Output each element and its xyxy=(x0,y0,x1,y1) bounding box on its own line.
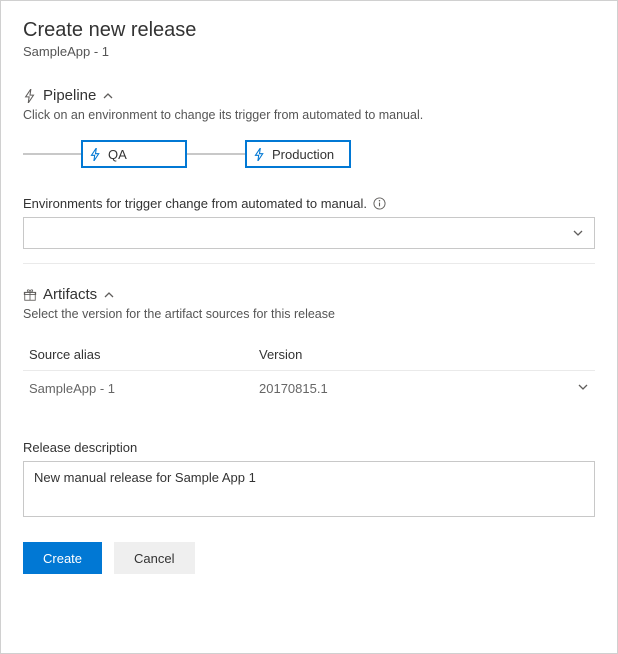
table-row[interactable]: SampleApp - 1 20170815.1 xyxy=(23,371,595,406)
artifact-alias: SampleApp - 1 xyxy=(29,381,259,396)
cancel-button[interactable]: Cancel xyxy=(114,542,194,574)
chevron-down-icon xyxy=(577,381,589,393)
gift-icon xyxy=(23,288,37,302)
pipeline-track: QA Production xyxy=(23,140,595,168)
chevron-down-icon xyxy=(572,227,584,239)
pipeline-section-header[interactable]: Pipeline xyxy=(23,87,595,104)
create-button[interactable]: Create xyxy=(23,542,102,574)
chevron-up-icon xyxy=(103,289,115,301)
divider xyxy=(23,263,595,264)
connector-line xyxy=(187,153,245,155)
page-subtitle: SampleApp - 1 xyxy=(23,44,595,59)
page-title: Create new release xyxy=(23,19,595,42)
chevron-up-icon xyxy=(102,90,114,102)
artifacts-section-header[interactable]: Artifacts xyxy=(23,286,595,303)
stage-label: QA xyxy=(108,147,127,162)
lightning-icon xyxy=(89,148,102,161)
lightning-icon xyxy=(253,148,266,161)
button-bar: Create Cancel xyxy=(23,542,595,574)
artifacts-description: Select the version for the artifact sour… xyxy=(23,307,595,321)
stage-label: Production xyxy=(272,147,334,162)
pipeline-label: Pipeline xyxy=(43,87,96,104)
pipeline-description: Click on an environment to change its tr… xyxy=(23,108,595,122)
col-version: Version xyxy=(259,347,589,362)
info-icon[interactable] xyxy=(373,197,386,210)
description-label: Release description xyxy=(23,440,595,455)
artifacts-table: Source alias Version SampleApp - 1 20170… xyxy=(23,339,595,406)
col-source-alias: Source alias xyxy=(29,347,259,362)
table-header: Source alias Version xyxy=(23,339,595,371)
create-release-panel: Create new release SampleApp - 1 Pipelin… xyxy=(0,0,618,654)
artifact-version: 20170815.1 xyxy=(259,381,569,396)
stage-qa[interactable]: QA xyxy=(81,140,187,168)
lightning-icon xyxy=(23,89,37,103)
artifacts-label: Artifacts xyxy=(43,286,97,303)
environments-dropdown[interactable] xyxy=(23,217,595,249)
environments-label: Environments for trigger change from aut… xyxy=(23,196,595,211)
stage-production[interactable]: Production xyxy=(245,140,351,168)
release-description-input[interactable] xyxy=(23,461,595,517)
connector-line xyxy=(23,153,81,155)
